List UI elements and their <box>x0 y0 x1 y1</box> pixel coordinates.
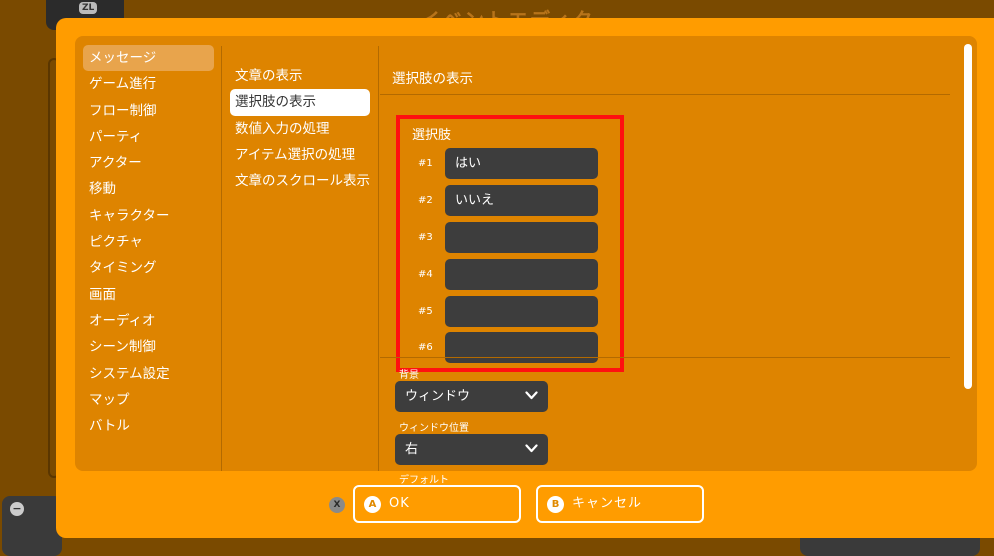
window-position-select-value: 右 <box>405 442 419 457</box>
choice-number: #5 <box>418 306 433 317</box>
detail-divider <box>380 94 950 95</box>
category-item-system-settings[interactable]: システム設定 <box>83 361 214 387</box>
detail-divider <box>380 357 950 358</box>
category-item-movement[interactable]: 移動 <box>83 176 214 202</box>
background-select[interactable]: ウィンドウ <box>395 381 548 412</box>
category-item-timing[interactable]: タイミング <box>83 255 214 281</box>
category-item-screen[interactable]: 画面 <box>83 282 214 308</box>
b-button-icon: B <box>547 496 564 513</box>
category-item-actor[interactable]: アクター <box>83 150 214 176</box>
ok-button[interactable]: A OK <box>353 485 521 523</box>
choice-input-4[interactable] <box>445 259 598 290</box>
command-item-show-text[interactable]: 文章の表示 <box>230 63 370 89</box>
window-position-select[interactable]: 右 <box>395 434 548 465</box>
category-item-game-progress[interactable]: ゲーム進行 <box>83 71 214 97</box>
window-position-label: ウィンドウ位置 <box>399 423 469 434</box>
detail-title: 選択肢の表示 <box>392 71 473 87</box>
command-item-scrolling-text[interactable]: 文章のスクロール表示 <box>230 168 370 194</box>
category-item-message[interactable]: メッセージ <box>83 45 214 72</box>
choices-highlight-box: 選択肢 #1 はい #2 いいえ #3 #4 #5 #6 <box>396 115 624 372</box>
choice-input-6[interactable] <box>445 332 598 363</box>
choice-number: #1 <box>418 158 433 169</box>
default-label: デフォルト <box>399 475 449 486</box>
background-tool-button: − <box>2 496 62 556</box>
category-item-map[interactable]: マップ <box>83 387 214 413</box>
minus-icon: − <box>10 502 24 516</box>
choice-number: #2 <box>418 195 433 206</box>
choices-label: 選択肢 <box>412 128 452 143</box>
category-item-picture[interactable]: ピクチャ <box>83 229 214 255</box>
category-item-flow-control[interactable]: フロー制御 <box>83 98 214 124</box>
cancel-button[interactable]: B キャンセル <box>536 485 704 523</box>
background-label: 背景 <box>399 370 419 381</box>
command-item-input-number[interactable]: 数値入力の処理 <box>230 116 370 142</box>
zl-key-label: ZL <box>79 2 98 14</box>
a-button-icon: A <box>364 496 381 513</box>
choice-number: #3 <box>418 232 433 243</box>
chevron-down-icon <box>525 434 538 453</box>
choice-input-1[interactable]: はい <box>445 148 598 179</box>
category-item-battle[interactable]: バトル <box>83 413 214 439</box>
command-item-select-item[interactable]: アイテム選択の処理 <box>230 142 370 168</box>
background-select-value: ウィンドウ <box>405 389 471 404</box>
choice-input-3[interactable] <box>445 222 598 253</box>
choice-number: #4 <box>418 269 433 280</box>
category-item-scene-control[interactable]: シーン制御 <box>83 334 214 360</box>
choice-input-2[interactable]: いいえ <box>445 185 598 216</box>
choice-number: #6 <box>418 342 433 353</box>
x-button-icon[interactable]: X <box>329 497 345 513</box>
category-list: メッセージ ゲーム進行 フロー制御 パーティ アクター 移動 キャラクター ピク… <box>83 45 214 439</box>
command-list: 文章の表示 選択肢の表示 数値入力の処理 アイテム選択の処理 文章のスクロール表… <box>230 63 370 194</box>
command-item-show-choices[interactable]: 選択肢の表示 <box>230 89 370 116</box>
cancel-button-label: キャンセル <box>572 496 643 511</box>
column-divider <box>378 46 379 471</box>
ok-button-label: OK <box>389 496 410 511</box>
category-item-character[interactable]: キャラクター <box>83 203 214 229</box>
chevron-down-icon <box>525 381 538 400</box>
dialog-content: メッセージ ゲーム進行 フロー制御 パーティ アクター 移動 キャラクター ピク… <box>75 36 977 486</box>
choice-input-5[interactable] <box>445 296 598 327</box>
command-selection-dialog: メッセージ ゲーム進行 フロー制御 パーティ アクター 移動 キャラクター ピク… <box>56 18 994 538</box>
category-item-party[interactable]: パーティ <box>83 124 214 150</box>
column-divider <box>221 46 222 471</box>
category-item-audio[interactable]: オーディオ <box>83 308 214 334</box>
detail-scrollbar[interactable] <box>964 44 972 389</box>
